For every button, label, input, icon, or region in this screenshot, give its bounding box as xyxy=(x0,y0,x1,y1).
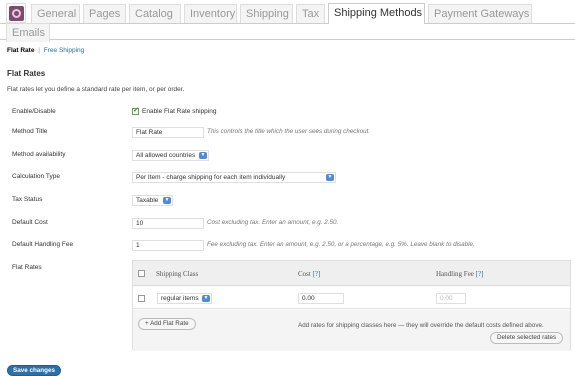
tax-status-value: Taxable xyxy=(136,197,159,204)
tab-inventory[interactable]: Inventory xyxy=(184,4,237,23)
flat-rates-label: Flat Rates xyxy=(12,264,42,271)
add-flat-rate-button[interactable]: + Add Flat Rate xyxy=(138,318,196,330)
tab-payment-gateways[interactable]: Payment Gateways xyxy=(428,4,532,23)
shipping-class-select[interactable]: regular items ▼ xyxy=(157,293,212,304)
section-title: Flat Rates xyxy=(7,69,46,78)
default-cost-label: Default Cost xyxy=(12,219,48,226)
tax-status-label: Tax Status xyxy=(12,196,43,203)
row-checkbox[interactable] xyxy=(138,295,145,302)
col-fee-label: Handling Fee xyxy=(436,270,474,278)
subnav-flat-rate: Flat Rate xyxy=(7,47,35,54)
tab-pages[interactable]: Pages xyxy=(83,4,126,23)
col-cost-label: Cost xyxy=(298,270,311,278)
section-description: Flat rates let you define a standard rat… xyxy=(7,86,185,93)
availability-value: All allowed countries xyxy=(136,152,196,159)
table-footer-note: Add rates for shipping classes here — th… xyxy=(298,322,544,329)
woocommerce-logo-icon xyxy=(9,6,24,21)
subnav-free-shipping-link[interactable]: Free Shipping xyxy=(44,47,84,54)
availability-label: Method availability xyxy=(12,151,66,158)
tab-tax[interactable]: Tax xyxy=(296,4,325,23)
default-cost-input[interactable]: 10 xyxy=(132,218,204,229)
table-row: regular items ▼ 0.00 0.00 xyxy=(133,287,570,309)
calc-type-value: Per Item - charge shipping for each item… xyxy=(136,174,286,181)
method-subnav: Flat Rate | Free Shipping xyxy=(7,47,84,54)
enable-checkbox-label: Enable Flat Rate shipping xyxy=(142,108,217,115)
handling-fee-description: Fee excluding tax. Enter an amount, e.g.… xyxy=(207,241,475,248)
col-handling-fee: Handling Fee [?] xyxy=(436,270,483,278)
delete-selected-rates-button[interactable]: Delete selected rates xyxy=(490,332,564,344)
tab-shipping[interactable]: Shipping xyxy=(240,4,293,23)
tab-catalog[interactable]: Catalog xyxy=(129,4,181,23)
row-cost-input[interactable]: 0.00 xyxy=(298,293,344,304)
chevron-down-icon: ▼ xyxy=(326,174,334,181)
tab-general[interactable]: General xyxy=(31,4,80,23)
tab-shipping-methods[interactable]: Shipping Methods xyxy=(328,3,425,24)
enable-checkbox[interactable] xyxy=(132,106,139,115)
method-title-input[interactable]: Flat Rate xyxy=(132,127,204,138)
cost-help-link[interactable]: [?] xyxy=(313,270,321,278)
enable-label: Enable/Disable xyxy=(12,108,56,115)
chevron-down-icon: ▼ xyxy=(199,152,207,159)
logo-tab xyxy=(6,3,26,23)
col-cost: Cost [?] xyxy=(298,270,320,278)
method-title-label: Method Title xyxy=(12,128,48,135)
calc-type-select[interactable]: Per Item - charge shipping for each item… xyxy=(132,172,336,183)
tax-status-select[interactable]: Taxable ▼ xyxy=(132,195,173,206)
default-cost-description: Cost excluding tax. Enter an amount, e.g… xyxy=(207,219,339,226)
method-title-description: This controls the title which the user s… xyxy=(207,128,371,135)
fee-help-link[interactable]: [?] xyxy=(476,270,484,278)
handling-fee-input[interactable]: 1 xyxy=(132,240,204,251)
row-fee-input[interactable]: 0.00 xyxy=(436,293,466,304)
flat-rates-table: Shipping Class Cost [?] Handling Fee [?]… xyxy=(132,260,571,351)
settings-tabs: General Pages Catalog Inventory Shipping… xyxy=(0,0,575,42)
table-header: Shipping Class Cost [?] Handling Fee [?] xyxy=(133,261,570,286)
calc-type-label: Calculation Type xyxy=(12,173,60,180)
availability-select[interactable]: All allowed countries ▼ xyxy=(132,150,209,161)
select-all-checkbox[interactable] xyxy=(138,270,145,277)
tab-emails[interactable]: Emails xyxy=(6,23,50,42)
col-shipping-class: Shipping Class xyxy=(156,270,199,278)
subnav-separator: | xyxy=(38,47,40,54)
table-footer: + Add Flat Rate Add rates for shipping c… xyxy=(133,310,570,351)
chevron-down-icon: ▼ xyxy=(163,197,171,204)
handling-fee-label: Default Handling Fee xyxy=(12,241,74,248)
shipping-class-value: regular items xyxy=(161,295,199,302)
tab-divider xyxy=(0,39,575,40)
save-changes-button[interactable]: Save changes xyxy=(7,365,62,376)
chevron-down-icon: ▼ xyxy=(202,295,210,302)
